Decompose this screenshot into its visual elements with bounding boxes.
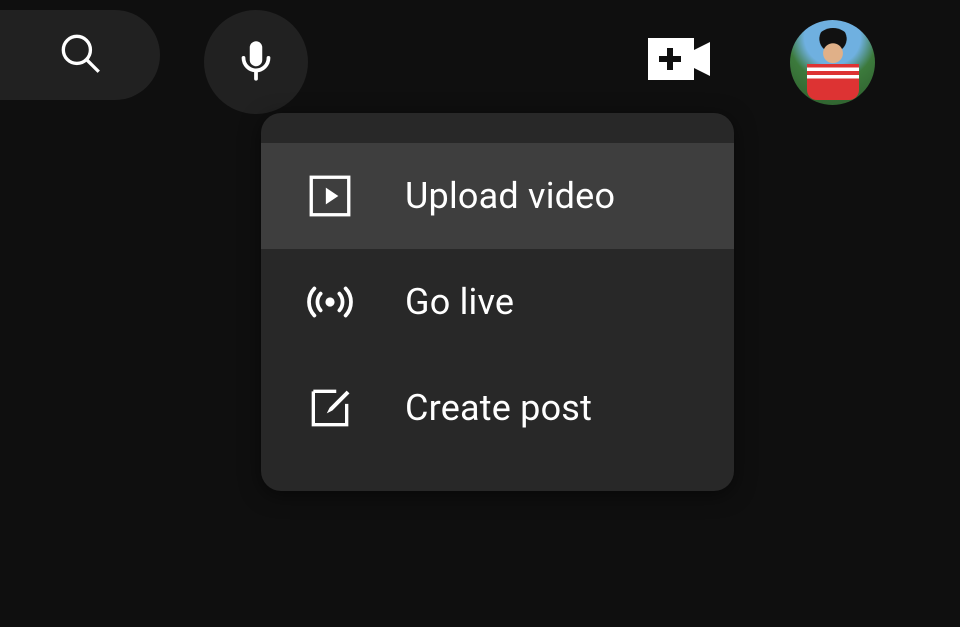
live-broadcast-icon <box>305 277 355 327</box>
user-avatar[interactable] <box>790 20 875 105</box>
compose-icon <box>305 383 355 433</box>
voice-search-button[interactable] <box>204 10 308 114</box>
menu-item-label: Create post <box>405 387 592 429</box>
create-button[interactable] <box>648 40 710 82</box>
search-icon <box>55 28 105 82</box>
create-menu: Upload video Go live Create post <box>261 113 734 491</box>
search-button[interactable] <box>0 10 160 100</box>
menu-item-create-post[interactable]: Create post <box>261 355 734 461</box>
menu-item-label: Upload video <box>405 175 615 217</box>
menu-item-go-live[interactable]: Go live <box>261 249 734 355</box>
menu-item-upload-video[interactable]: Upload video <box>261 143 734 249</box>
mic-icon <box>231 35 281 89</box>
play-box-icon <box>305 171 355 221</box>
menu-item-label: Go live <box>405 281 514 323</box>
camera-plus-icon <box>648 38 710 84</box>
